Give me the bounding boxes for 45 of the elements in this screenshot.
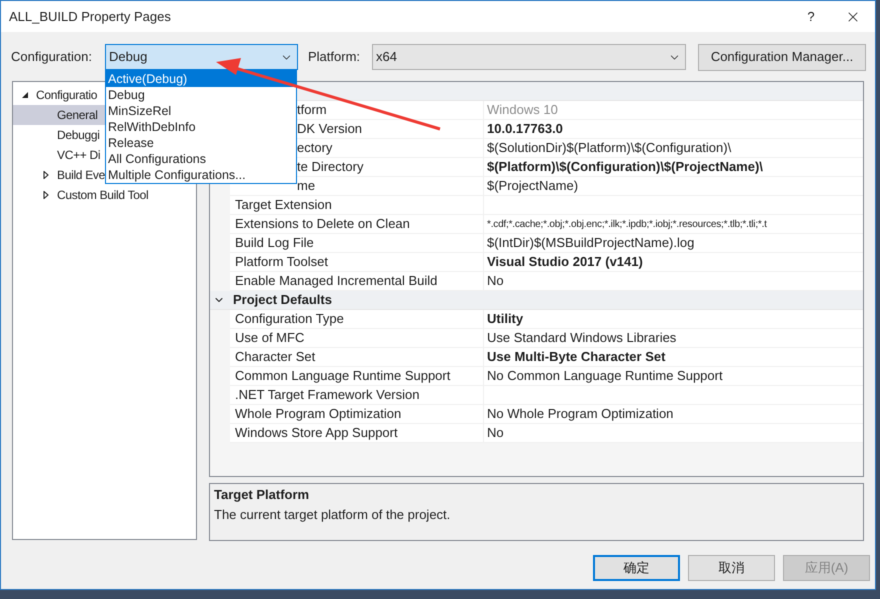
property-value[interactable]: No Common Language Runtime Support [484, 367, 863, 386]
property-name[interactable]: Platform Toolset [230, 253, 484, 272]
dropdown-option[interactable]: Debug [106, 87, 296, 103]
property-value[interactable]: Visual Studio 2017 (v141) [484, 253, 863, 272]
collapsed-triangle-icon[interactable] [42, 171, 50, 179]
collapsed-triangle-icon[interactable] [42, 191, 50, 199]
window-title: ALL_BUILD Property Pages [9, 8, 172, 26]
dropdown-option[interactable]: Active(Debug) [106, 71, 296, 87]
tree-item[interactable]: Custom Build Tool [13, 185, 196, 205]
property-name[interactable]: Common Language Runtime Support [230, 367, 484, 386]
platform-dropdown[interactable]: x64 [372, 44, 686, 70]
property-value[interactable]: No Whole Program Optimization [484, 405, 863, 424]
property-value[interactable]: $(SolutionDir)$(Platform)\$(Configuration)\ [484, 139, 863, 158]
property-name[interactable]: Extensions to Delete on Clean [230, 215, 484, 234]
expanded-triangle-icon[interactable] [21, 91, 29, 99]
property-value[interactable]: No [484, 424, 863, 443]
property-value[interactable]: Use Multi-Byte Character Set [484, 348, 863, 367]
property-value[interactable]: Use Standard Windows Libraries [484, 329, 863, 348]
property-value[interactable]: 10.0.17763.0 [484, 120, 863, 139]
property-value[interactable]: No [484, 272, 863, 291]
property-name[interactable]: Windows Store App Support [230, 424, 484, 443]
property-name[interactable]: Use of MFC [230, 329, 484, 348]
property-value[interactable]: Utility [484, 310, 863, 329]
configuration-manager-button[interactable]: Configuration Manager... [698, 44, 866, 70]
group-title: Project Defaults [233, 291, 332, 310]
configuration-dropdown[interactable]: Debug [105, 44, 298, 70]
help-button[interactable]: ? [791, 6, 831, 26]
group-header[interactable]: Project Defaults [210, 291, 863, 310]
configuration-label: Configuration: [11, 48, 93, 66]
property-name[interactable]: Target Extension [230, 196, 484, 215]
property-name[interactable]: Character Set [230, 348, 484, 367]
dialog-button[interactable]: 确定 [593, 555, 680, 581]
property-value[interactable]: $(Platform)\$(Configuration)\$(ProjectName)\ [484, 158, 863, 177]
dialog-button[interactable]: 取消 [688, 555, 775, 581]
property-name[interactable]: Configuration Type [230, 310, 484, 329]
property-value[interactable]: $(ProjectName) [484, 177, 863, 196]
property-name[interactable]: Build Log File [230, 234, 484, 253]
platform-label: Platform: [308, 48, 362, 66]
property-name[interactable]: .NET Target Framework Version [230, 386, 484, 405]
property-name[interactable]: Whole Program Optimization [230, 405, 484, 424]
description-title: Target Platform [214, 486, 310, 504]
description-text: The current target platform of the project. [214, 506, 452, 524]
property-name[interactable]: Enable Managed Incremental Build [230, 272, 484, 291]
property-value[interactable]: $(IntDir)$(MSBuildProjectName).log [484, 234, 863, 253]
property-value[interactable]: *.cdf;*.cache;*.obj;*.obj.enc;*.ilk;*.ipdb;*.iobj;*.resources;*.tlb;*.tli;*.t [484, 215, 863, 234]
